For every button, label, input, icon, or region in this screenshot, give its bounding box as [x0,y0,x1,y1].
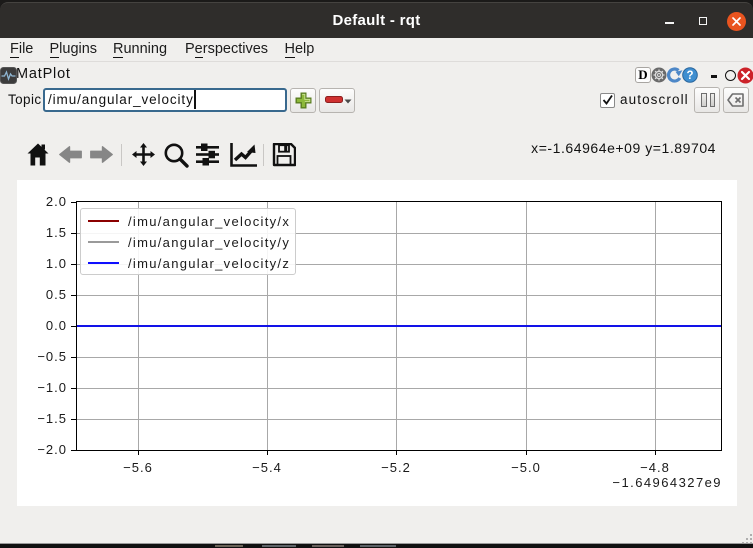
svg-text:?: ? [686,70,693,82]
